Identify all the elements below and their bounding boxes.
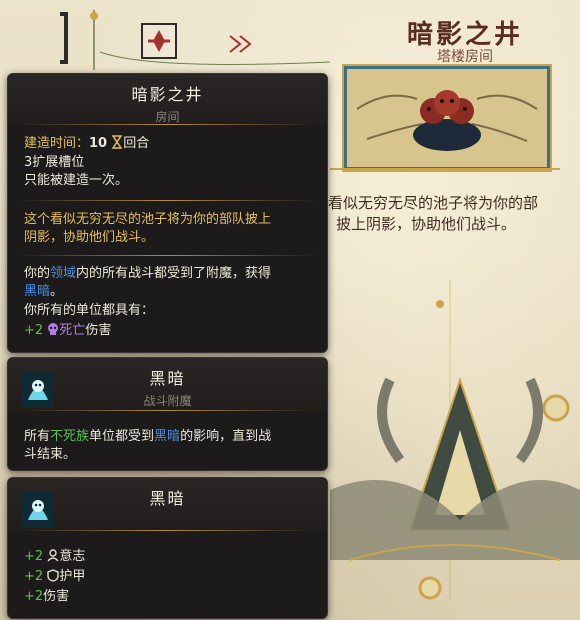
darkness-emblem-icon (20, 370, 56, 410)
build-time-label: 建造时间： (24, 136, 90, 151)
room-tooltip-subtitle: 房间 (155, 110, 180, 124)
effect-line1: 你的领域内的所有战斗都受到了附魔，获得 (24, 265, 271, 283)
room-desc-line2: 阴影，协助他们战斗。 (24, 230, 155, 245)
build-time-value: 10 (89, 136, 108, 151)
enchantment-tooltip: 黑暗 战斗附魔 所有不死族单位都受到黑暗的影响，直到战 斗结束。 (7, 357, 328, 471)
status-header: 黑暗 (8, 478, 327, 530)
room-description: 看似无穷无尽的池子将为你的部 披上阴影，协助他们战斗。 (328, 193, 580, 235)
armor-bonus: +2 护甲 (24, 568, 85, 586)
effect-text: 你的 (24, 266, 51, 281)
enchantment-text-line1: 所有不死族单位都受到黑暗的影响，直到战 (24, 428, 271, 446)
page-subtitle: 塔楼房间 (437, 49, 493, 65)
resolve-icon (47, 549, 59, 564)
death-type[interactable]: 死亡 (59, 323, 85, 338)
enchantment-text-line2: 斗结束。 (24, 447, 77, 462)
room-desc-line1: 这个看似无穷无尽的池子将为你的部队披上 (24, 212, 272, 227)
room-description-line: 披上阴影，协助他们战斗。 (336, 215, 517, 233)
hourglass-icon (111, 135, 123, 151)
bonus-value: +2 (24, 549, 44, 564)
enchant-text: 单位都受到 (89, 429, 155, 444)
resolve-bonus: +2 意志 (24, 548, 85, 566)
enchant-text: 所有 (24, 429, 51, 444)
section-divider (16, 200, 319, 201)
damage-bonus: +2伤害 (24, 588, 69, 606)
units-label: 你所有的单位都具有： (24, 303, 155, 318)
tower-artwork (330, 280, 580, 600)
bonus-label: 伤害 (43, 589, 70, 604)
bonus-value: +2 (24, 589, 44, 604)
damage-label: 伤害 (85, 323, 112, 338)
room-description-line: 看似无穷无尽的池子将为你的部 (328, 194, 539, 212)
room-tooltip: 暗影之井 房间 建造时间：10 回合 3扩展槽位 只能被建造一次。 这个看似无穷… (7, 73, 328, 353)
death-skull-icon (47, 323, 59, 342)
expansion-slots: 3扩展槽位 (24, 155, 85, 170)
effect-text: 。 (50, 284, 64, 299)
status-divider (16, 530, 319, 531)
death-damage-bonus: +2 死亡伤害 (24, 322, 111, 342)
top-ornaments (60, 10, 330, 70)
effect-line2: 黑暗。 (24, 283, 63, 301)
room-illustration (344, 66, 550, 170)
build-time-row: 建造时间：10 回合 (24, 135, 149, 153)
enchant-text: 的影响，直到战 (180, 429, 272, 444)
status-tooltip: 黑暗 +2 意志 +2 护甲 +2伤害 (7, 477, 328, 619)
undead-link[interactable]: 不死族 (50, 429, 89, 444)
effect-text: 内的所有战斗都受到了附魔，获得 (76, 266, 272, 281)
darkness-emblem-icon (20, 490, 56, 530)
unique-note: 只能被建造一次。 (24, 173, 129, 188)
enchantment-header: 黑暗 战斗附魔 (8, 358, 327, 410)
bonus-label: 护甲 (59, 569, 86, 584)
room-tooltip-header: 暗影之井 房间 (8, 74, 327, 124)
domain-link[interactable]: 领域 (50, 266, 76, 281)
build-time-unit: 回合 (123, 136, 150, 151)
shadow-well-art (356, 90, 538, 151)
darkness-link[interactable]: 黑暗 (154, 429, 180, 444)
ornament-border (330, 168, 560, 170)
enchantment-divider (16, 410, 319, 411)
darkness-link[interactable]: 黑暗 (24, 284, 50, 299)
room-tooltip-title: 暗影之井 (131, 85, 204, 104)
shield-icon (47, 569, 60, 584)
bonus-value: +2 (24, 569, 44, 584)
bonus-value: +2 (24, 323, 44, 338)
bonus-label: 意志 (59, 549, 86, 564)
section-divider (16, 255, 319, 256)
